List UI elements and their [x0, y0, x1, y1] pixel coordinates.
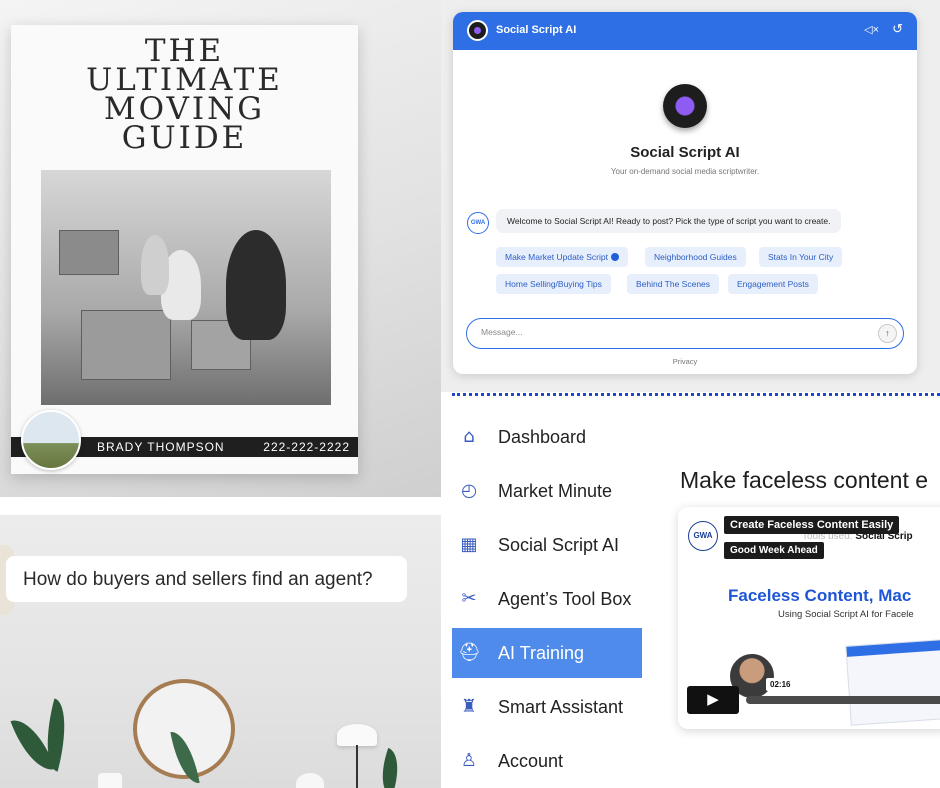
home-icon: ⌂	[463, 426, 475, 447]
dotted-divider	[452, 393, 940, 396]
table-lamp	[296, 773, 324, 788]
agent-name: BRADY THOMPSON	[97, 440, 225, 454]
sidebar-item-agents-tool-box[interactable]: ✂ Agent’s Tool Box	[452, 574, 642, 624]
lamp-pole	[356, 745, 358, 788]
chip-stats-in-your-city[interactable]: Stats In Your City	[759, 247, 843, 267]
video-player[interactable]: GWA Create Faceless Content Easily Good …	[678, 507, 940, 729]
sidebar-item-label: Market Minute	[498, 481, 613, 501]
video-subline: Using Social Script AI for Facele	[778, 609, 914, 620]
welcome-message: Welcome to Social Script AI! Ready to po…	[496, 209, 842, 233]
flyer-title: THE ULTIMATE MOVING GUIDE	[86, 33, 283, 156]
sidebar-item-label: Dashboard	[498, 427, 587, 447]
play-icon: ▶	[707, 691, 719, 708]
vase	[98, 773, 122, 788]
agent-phone: 222-222-2222	[263, 440, 350, 454]
refresh-icon[interactable]: ↺	[892, 21, 903, 37]
family-moving-photo	[41, 170, 331, 405]
film-icon: ▦	[460, 534, 478, 555]
sidebar-item-label: Social Script AI	[498, 535, 620, 555]
video-progress-bar[interactable]	[746, 696, 940, 704]
chat-panel: Social Script AI ◁× ↺ Social Script AI Y…	[441, 0, 940, 392]
question-scene: How do buyers and sellers find an agent?	[0, 515, 441, 788]
chat-header-title: Social Script AI	[496, 24, 577, 36]
message-field: ↑	[466, 318, 904, 349]
video-duration: 02:16	[766, 678, 795, 691]
sidebar-item-account[interactable]: ♙ Account	[452, 736, 642, 786]
assistant-name: Social Script AI	[630, 144, 740, 161]
assistant-logo-icon	[663, 84, 707, 128]
chip-engagement-posts[interactable]: Engagement Posts	[728, 274, 818, 294]
content-area: Make faceless content e GWA Create Facel…	[653, 410, 940, 788]
clock-icon: ◴	[461, 480, 477, 501]
plant-leaf	[372, 747, 408, 788]
message-input[interactable]	[481, 327, 861, 337]
assistant-tagline: Your on-demand social media scriptwriter…	[610, 167, 760, 176]
chat-window: Social Script AI ◁× ↺ Social Script AI Y…	[453, 12, 917, 374]
sidebar-item-dashboard[interactable]: ⌂ Dashboard	[452, 412, 642, 462]
sidebar-item-label: Agent’s Tool Box	[498, 589, 632, 609]
user-icon: ♙	[460, 750, 478, 771]
chip-behind-the-scenes[interactable]: Behind The Scenes	[627, 274, 720, 294]
page-title: Make faceless content e	[680, 467, 929, 493]
sidebar-item-label: Smart Assistant	[498, 697, 624, 717]
chip-market-update[interactable]: Make Market Update Script	[496, 247, 628, 267]
hardhat-icon: ⛑	[458, 642, 481, 663]
sidebar-item-label: Account	[498, 751, 564, 771]
floor-lamp	[337, 724, 377, 746]
video-headline: Faceless Content, Mac	[728, 586, 912, 605]
channel-name[interactable]: Good Week Ahead	[724, 542, 824, 559]
sidebar-item-ai-training[interactable]: ⛑ AI Training	[452, 628, 642, 678]
sidebar-item-social-script-ai[interactable]: ▦ Social Script AI	[452, 520, 642, 570]
play-button[interactable]: ▶	[687, 686, 739, 714]
sidebar-item-label: AI Training	[498, 643, 585, 663]
robot-icon: ♜	[460, 696, 478, 717]
chip-label: Make Market Update Script	[505, 252, 608, 262]
sidebar-item-market-minute[interactable]: ◴ Market Minute	[452, 466, 642, 516]
sidebar-nav: ⌂ Dashboard ◴ Market Minute ▦ Social Scr…	[452, 410, 653, 788]
chip-home-selling-buying-tips[interactable]: Home Selling/Buying Tips	[496, 274, 611, 294]
tools-icon: ✂	[461, 588, 477, 609]
chip-neighborhood-guides[interactable]: Neighborhood Guides	[645, 247, 746, 267]
mute-icon[interactable]: ◁×	[864, 23, 879, 36]
agent-avatar	[21, 410, 81, 470]
app-screenshot-thumbnail	[845, 638, 940, 726]
privacy-link[interactable]: Privacy	[453, 357, 917, 366]
sidebar-item-smart-assistant[interactable]: ♜ Smart Assistant	[452, 682, 642, 732]
question-bubble: How do buyers and sellers find an agent?	[6, 556, 407, 602]
channel-logo[interactable]: GWA	[688, 521, 718, 551]
moving-guide-flyer: THE ULTIMATE MOVING GUIDE BRADY THOMPSON…	[11, 25, 358, 474]
send-button[interactable]: ↑	[878, 324, 897, 343]
bot-avatar: GWA	[467, 212, 489, 234]
moving-guide-flyer-panel: THE ULTIMATE MOVING GUIDE BRADY THOMPSON…	[0, 0, 441, 497]
status-dot-icon	[610, 253, 619, 261]
video-title[interactable]: Create Faceless Content Easily	[724, 516, 900, 534]
assistant-logo-icon	[467, 20, 488, 41]
chat-header: Social Script AI ◁× ↺	[453, 12, 917, 50]
